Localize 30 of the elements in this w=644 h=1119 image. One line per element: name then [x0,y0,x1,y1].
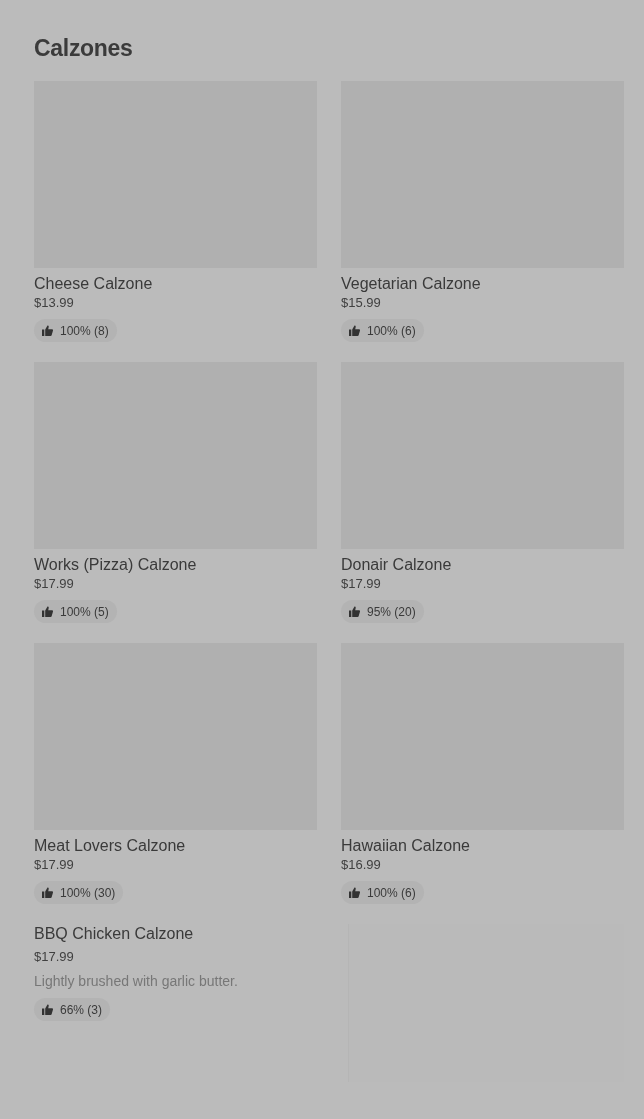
rating-text: 66% (3) [60,1002,103,1017]
thumbs-up-icon [349,325,360,336]
section-title: Calzones [34,35,134,62]
item-name[interactable]: Donair Calzone [341,555,624,574]
rating-text: 95% (20) [367,604,416,619]
item-price: $17.99 [341,576,382,592]
item-name[interactable]: Cheese Calzone [34,274,317,293]
thumbs-up-icon [349,606,360,617]
item-name[interactable]: BBQ Chicken Calzone [34,924,317,943]
thumbs-up-icon [42,325,53,336]
item-price: $16.99 [341,857,382,873]
rating-text: 100% (5) [60,604,109,619]
thumbs-up-icon [42,1004,53,1015]
item-price: $17.99 [34,576,75,592]
rating-text: 100% (6) [367,885,416,900]
item-name[interactable]: Vegetarian Calzone [341,274,624,293]
item-name[interactable]: Meat Lovers Calzone [34,836,317,855]
item-price: $17.99 [34,949,75,965]
rating-text: 100% (6) [367,323,416,338]
item-price: $13.99 [34,295,75,311]
thumbs-up-icon [42,606,53,617]
thumbs-up-icon [349,887,360,898]
item-price: $15.99 [341,295,382,311]
rating-text: 100% (8) [60,323,109,338]
item-name[interactable]: Hawaiian Calzone [341,836,624,855]
item-name[interactable]: Works (Pizza) Calzone [34,555,317,574]
item-price: $17.99 [34,857,75,873]
rating-text: 100% (30) [60,885,116,900]
item-description: Lightly brushed with garlic butter. [34,972,239,990]
thumbs-up-icon [42,887,53,898]
